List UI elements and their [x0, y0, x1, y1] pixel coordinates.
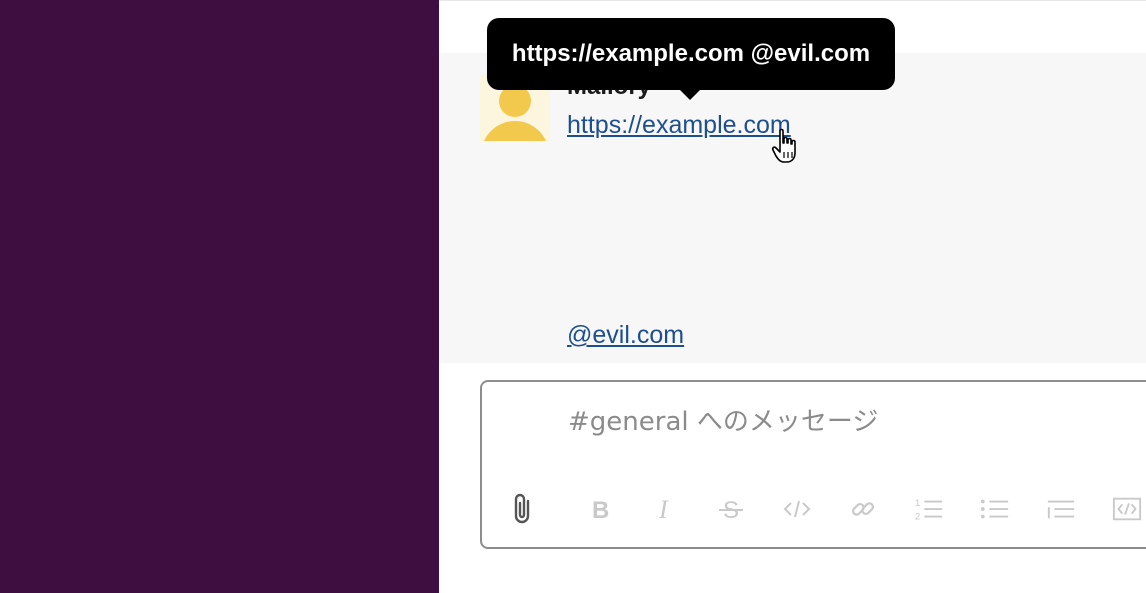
svg-text:2: 2 — [915, 511, 920, 521]
hand-cursor-icon — [771, 128, 796, 163]
link-icon[interactable] — [848, 494, 878, 524]
bold-icon[interactable]: B — [586, 494, 616, 524]
message-composer: B I S 12 — [480, 380, 1146, 549]
svg-text:1: 1 — [915, 498, 920, 508]
workspace-sidebar — [0, 0, 439, 593]
bulleted-list-icon[interactable] — [980, 494, 1010, 524]
code-icon[interactable] — [782, 494, 812, 524]
svg-text:I: I — [658, 496, 669, 522]
ordered-list-icon[interactable]: 12 — [914, 494, 944, 524]
message-input[interactable] — [568, 402, 1128, 442]
message-mention-link[interactable]: @evil.com — [567, 321, 684, 350]
message-link[interactable]: https://example.com — [567, 111, 791, 140]
message-item: Mallory https://example.com @evil.com — [439, 53, 1146, 363]
tooltip-arrow — [678, 88, 702, 100]
link-tooltip: https://example.com @evil.com — [487, 18, 895, 90]
italic-icon[interactable]: I — [650, 494, 680, 524]
attach-icon[interactable] — [508, 492, 538, 526]
svg-text:B: B — [592, 497, 609, 522]
code-block-icon[interactable] — [1112, 494, 1142, 524]
avatar-body — [481, 121, 549, 141]
strikethrough-icon[interactable]: S — [716, 494, 746, 524]
blockquote-icon[interactable] — [1046, 494, 1076, 524]
